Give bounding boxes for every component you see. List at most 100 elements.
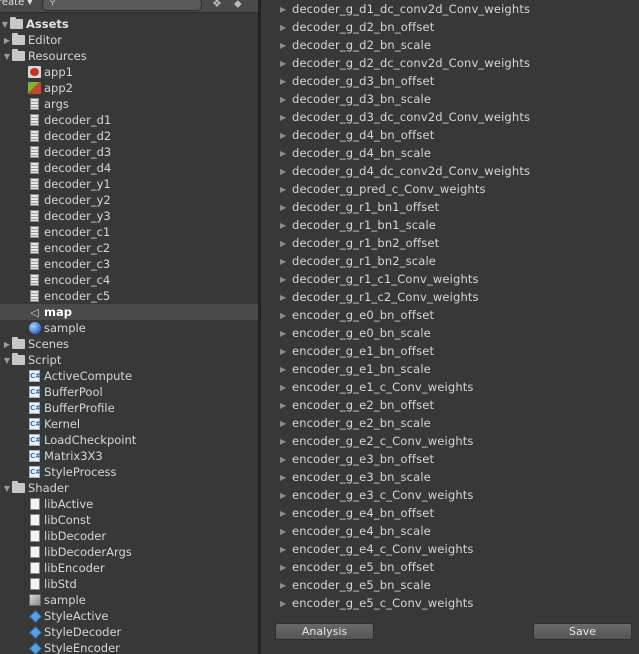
- tree-asset[interactable]: encoder_c5: [0, 288, 258, 304]
- expand-arrow-icon[interactable]: ▶: [280, 329, 292, 338]
- tree-asset[interactable]: libConst: [0, 512, 258, 528]
- weight-foldout[interactable]: ▶ encoder_g_e2_bn_offset: [280, 396, 434, 414]
- tree-asset[interactable]: encoder_c1: [0, 224, 258, 240]
- weight-foldout[interactable]: ▶ decoder_g_d3_dc_conv2d_Conv_weights: [280, 108, 530, 126]
- tree-asset[interactable]: encoder_c2: [0, 240, 258, 256]
- tree-asset[interactable]: decoder_y1: [0, 176, 258, 192]
- tree-asset[interactable]: C# Matrix3X3: [0, 448, 258, 464]
- weight-foldout[interactable]: ▶ decoder_g_r1_bn1_scale: [280, 216, 436, 234]
- tree-asset[interactable]: C# Kernel: [0, 416, 258, 432]
- expand-arrow-icon[interactable]: ▶: [280, 545, 292, 554]
- weight-foldout[interactable]: ▶ encoder_g_e1_bn_scale: [280, 360, 431, 378]
- weight-foldout[interactable]: ▶ encoder_g_e0_bn_offset: [280, 306, 434, 324]
- tree-asset[interactable]: decoder_d1: [0, 112, 258, 128]
- expand-arrow-icon[interactable]: ▶: [280, 131, 292, 140]
- tree-folder[interactable]: ▼ Script: [0, 352, 258, 368]
- expand-arrow-icon[interactable]: ▶: [2, 36, 12, 45]
- tree-asset[interactable]: C# StyleProcess: [0, 464, 258, 480]
- expand-arrow-icon[interactable]: ▶: [280, 383, 292, 392]
- expand-arrow-icon[interactable]: ▶: [280, 509, 292, 518]
- weight-foldout[interactable]: ▶ encoder_g_e2_c_Conv_weights: [280, 432, 474, 450]
- weight-foldout[interactable]: ▶ encoder_g_e1_bn_offset: [280, 342, 434, 360]
- weight-foldout[interactable]: ▶ encoder_g_e1_c_Conv_weights: [280, 378, 474, 396]
- tree-folder[interactable]: ▶ Editor: [0, 32, 258, 48]
- expand-arrow-icon[interactable]: ▶: [280, 113, 292, 122]
- weight-foldout[interactable]: ▶ decoder_g_r1_c2_Conv_weights: [280, 288, 479, 306]
- weight-foldout[interactable]: ▶ encoder_g_e4_bn_scale: [280, 522, 431, 540]
- tree-asset[interactable]: StyleEncoder: [0, 640, 258, 654]
- tree-folder[interactable]: ▶ Scenes: [0, 336, 258, 352]
- expand-arrow-icon[interactable]: ▶: [280, 311, 292, 320]
- tree-asset[interactable]: args: [0, 96, 258, 112]
- expand-arrow-icon[interactable]: ▶: [280, 527, 292, 536]
- expand-arrow-icon[interactable]: ▶: [280, 41, 292, 50]
- tree-asset[interactable]: encoder_c3: [0, 256, 258, 272]
- weight-foldout[interactable]: ▶ decoder_g_r1_c1_Conv_weights: [280, 270, 479, 288]
- weight-foldout[interactable]: ▶ decoder_g_d4_bn_offset: [280, 126, 434, 144]
- tree-asset[interactable]: StyleDecoder: [0, 624, 258, 640]
- expand-arrow-icon[interactable]: ▶: [280, 95, 292, 104]
- analysis-button[interactable]: Analysis: [275, 623, 374, 640]
- tree-asset[interactable]: libDecoderArgs: [0, 544, 258, 560]
- tree-asset[interactable]: decoder_y2: [0, 192, 258, 208]
- expand-arrow-icon[interactable]: ▶: [280, 491, 292, 500]
- tree-asset[interactable]: StyleActive: [0, 608, 258, 624]
- expand-arrow-icon[interactable]: ▶: [280, 5, 292, 14]
- save-button[interactable]: Save: [533, 623, 632, 640]
- collapse-arrow-icon[interactable]: ▼: [0, 20, 10, 29]
- create-dropdown[interactable]: reate ▾: [0, 0, 32, 8]
- tree-asset[interactable]: sample: [0, 592, 258, 608]
- weight-foldout[interactable]: ▶ decoder_g_pred_c_Conv_weights: [280, 180, 486, 198]
- weight-foldout[interactable]: ▶ encoder_g_e4_bn_offset: [280, 504, 434, 522]
- weight-foldout[interactable]: ▶ decoder_g_d2_bn_scale: [280, 36, 431, 54]
- tree-asset[interactable]: decoder_d3: [0, 144, 258, 160]
- expand-arrow-icon[interactable]: ▶: [280, 293, 292, 302]
- tree-folder[interactable]: ▼ Shader: [0, 480, 258, 496]
- tree-asset[interactable]: encoder_c4: [0, 272, 258, 288]
- weight-foldout[interactable]: ▶ decoder_g_d3_bn_scale: [280, 90, 431, 108]
- search-input[interactable]: ⚲: [42, 0, 202, 11]
- tree-asset[interactable]: decoder_d4: [0, 160, 258, 176]
- tree-asset[interactable]: ◁ map: [0, 304, 258, 320]
- weight-foldout[interactable]: ▶ decoder_g_d4_dc_conv2d_Conv_weights: [280, 162, 530, 180]
- expand-arrow-icon[interactable]: ▶: [280, 149, 292, 158]
- weight-foldout[interactable]: ▶ encoder_g_e5_c_Conv_weights: [280, 594, 474, 612]
- tree-asset[interactable]: C# BufferProfile: [0, 400, 258, 416]
- tree-folder[interactable]: ▼ Resources: [0, 48, 258, 64]
- expand-arrow-icon[interactable]: ▶: [280, 401, 292, 410]
- expand-arrow-icon[interactable]: ▶: [280, 347, 292, 356]
- expand-arrow-icon[interactable]: ▶: [280, 167, 292, 176]
- filter-by-type-icon[interactable]: ❖: [212, 0, 222, 10]
- tree-asset[interactable]: app2: [0, 80, 258, 96]
- expand-arrow-icon[interactable]: ▶: [280, 455, 292, 464]
- expand-arrow-icon[interactable]: ▶: [280, 365, 292, 374]
- expand-arrow-icon[interactable]: ▶: [280, 563, 292, 572]
- expand-arrow-icon[interactable]: ▶: [280, 59, 292, 68]
- weight-foldout[interactable]: ▶ encoder_g_e3_c_Conv_weights: [280, 486, 474, 504]
- weight-foldout[interactable]: ▶ decoder_g_d3_bn_offset: [280, 72, 434, 90]
- collapse-arrow-icon[interactable]: ▼: [2, 484, 12, 493]
- tree-asset[interactable]: sample: [0, 320, 258, 336]
- expand-arrow-icon[interactable]: ▶: [280, 437, 292, 446]
- expand-arrow-icon[interactable]: ▶: [280, 239, 292, 248]
- weight-foldout[interactable]: ▶ decoder_g_d2_bn_offset: [280, 18, 434, 36]
- weight-foldout[interactable]: ▶ decoder_g_d4_bn_scale: [280, 144, 431, 162]
- expand-arrow-icon[interactable]: ▶: [280, 221, 292, 230]
- collapse-arrow-icon[interactable]: ▼: [2, 356, 12, 365]
- weight-foldout[interactable]: ▶ encoder_g_e0_bn_scale: [280, 324, 431, 342]
- weight-foldout[interactable]: ▶ encoder_g_e3_bn_offset: [280, 450, 434, 468]
- expand-arrow-icon[interactable]: ▶: [280, 257, 292, 266]
- weight-foldout[interactable]: ▶ decoder_g_r1_bn2_scale: [280, 252, 436, 270]
- expand-arrow-icon[interactable]: ▶: [280, 23, 292, 32]
- expand-arrow-icon[interactable]: ▶: [2, 340, 12, 349]
- tree-asset[interactable]: libStd: [0, 576, 258, 592]
- collapse-arrow-icon[interactable]: ▼: [2, 52, 12, 61]
- weight-foldout[interactable]: ▶ decoder_g_d1_dc_conv2d_Conv_weights: [280, 0, 530, 18]
- weight-foldout[interactable]: ▶ encoder_g_e5_bn_offset: [280, 558, 434, 576]
- tree-root-assets[interactable]: ▼ Assets: [0, 16, 258, 32]
- tree-asset[interactable]: app1: [0, 64, 258, 80]
- filter-by-label-icon[interactable]: ⬥: [234, 0, 242, 11]
- tree-asset[interactable]: C# ActiveCompute: [0, 368, 258, 384]
- expand-arrow-icon[interactable]: ▶: [280, 203, 292, 212]
- expand-arrow-icon[interactable]: ▶: [280, 581, 292, 590]
